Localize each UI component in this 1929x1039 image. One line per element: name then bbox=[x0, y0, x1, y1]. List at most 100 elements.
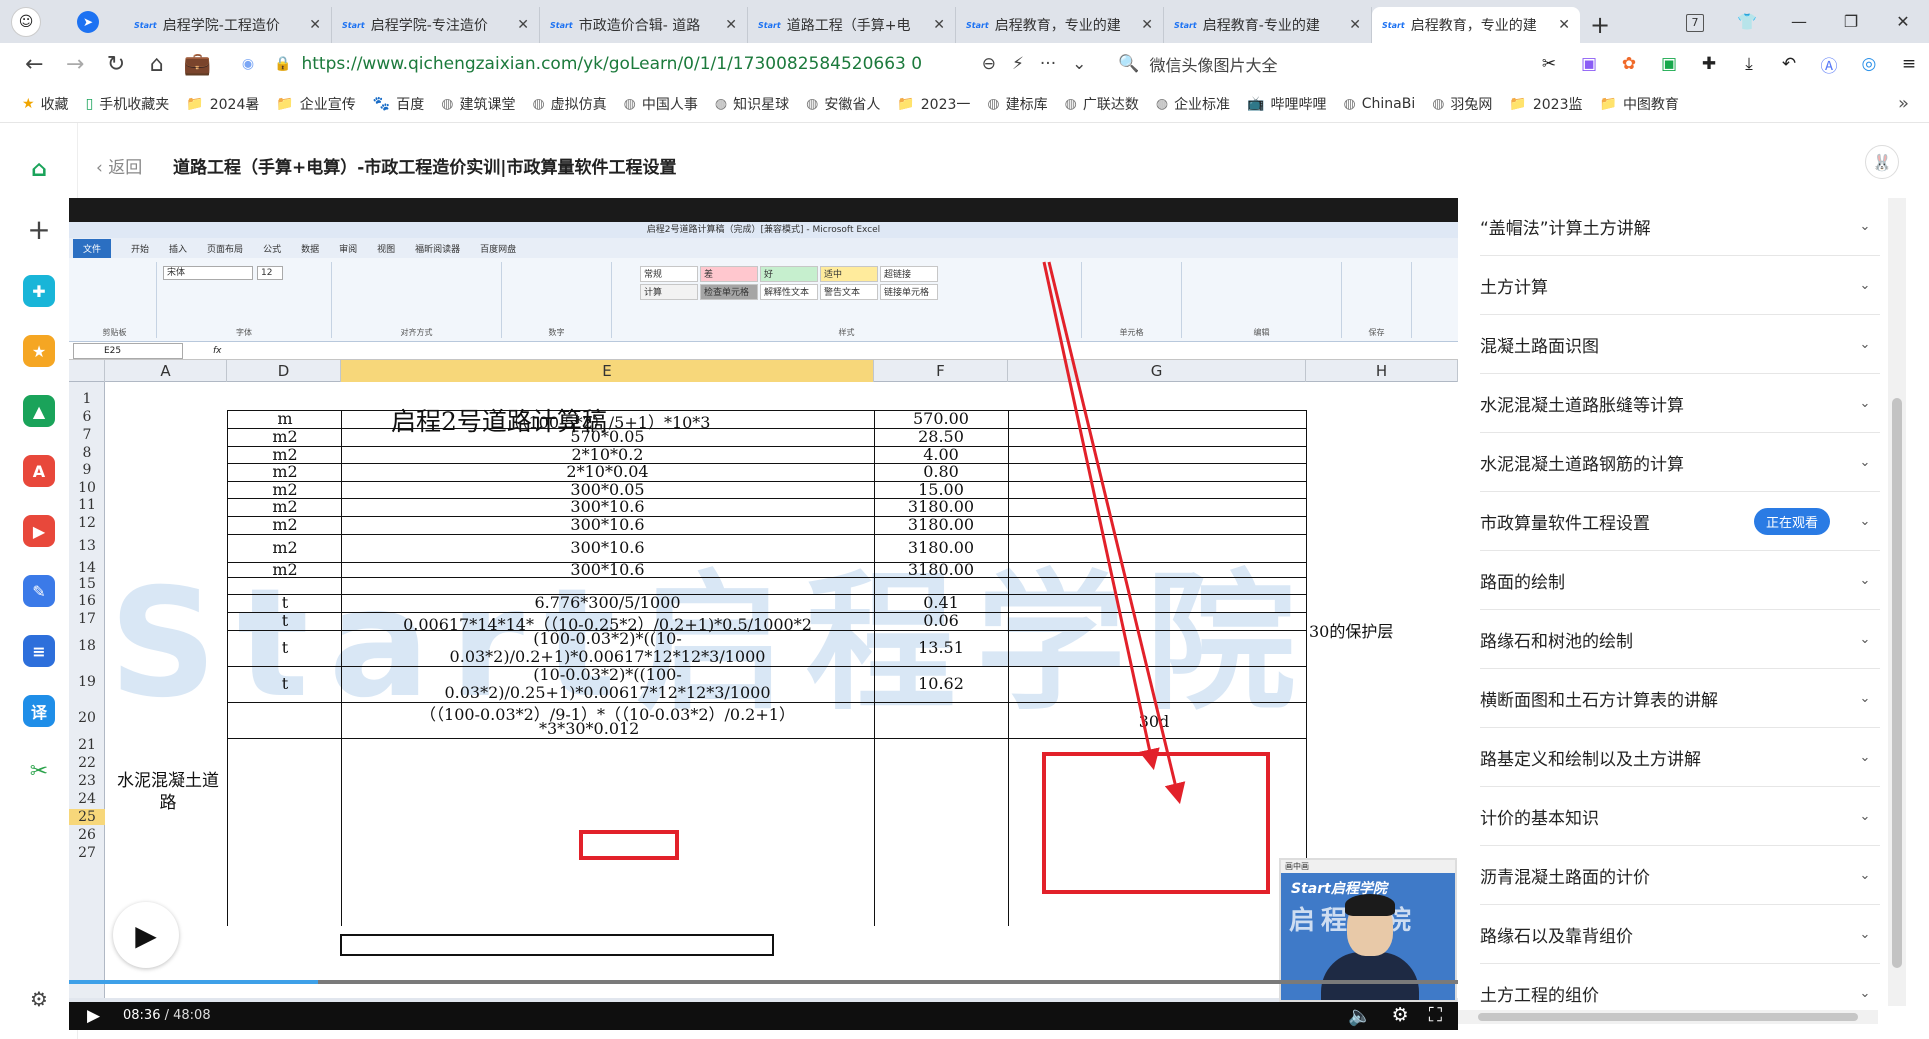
puzzle-icon[interactable]: ✚ bbox=[1689, 54, 1729, 74]
chevron-down-icon[interactable]: ⌄ bbox=[1850, 691, 1880, 706]
playlist-item[interactable]: 路缘石和树池的绘制 ⌄ bbox=[1480, 611, 1880, 669]
settings-gear-icon[interactable]: ⚙ bbox=[1392, 1004, 1409, 1027]
more-bookmarks-icon[interactable]: » bbox=[1898, 93, 1909, 114]
close-button[interactable]: ✕ bbox=[1877, 12, 1929, 31]
chevron-down-icon[interactable]: ⌄ bbox=[1850, 219, 1880, 234]
search-box[interactable]: 🔍 微信头像图片大全 bbox=[1108, 47, 1507, 81]
bookmark-item[interactable]: ◍ 企业标准 bbox=[1156, 94, 1230, 114]
chevron-down-icon[interactable]: ⌄ bbox=[1850, 809, 1880, 824]
bookmark-item[interactable]: 📁 中图教育 bbox=[1600, 94, 1679, 114]
url-text[interactable]: https://www.qichengzaixian.com/yk/goLear… bbox=[301, 54, 965, 74]
wechat-icon[interactable]: ▣ bbox=[1649, 54, 1689, 74]
zoom-icon[interactable]: ⊖ bbox=[982, 54, 996, 74]
scroll-thumb[interactable] bbox=[1478, 1013, 1858, 1021]
playlist-item[interactable]: “盖帽法”计算土方讲解 ⌄ bbox=[1480, 198, 1880, 256]
restore-button[interactable]: ❐ bbox=[1825, 12, 1877, 31]
playlist-item[interactable]: 路基定义和绘制以及土方讲解 ⌄ bbox=[1480, 729, 1880, 787]
bookmark-item[interactable]: ◍ 广联达数 bbox=[1065, 94, 1139, 114]
playlist-item[interactable]: 土方计算 ⌄ bbox=[1480, 257, 1880, 315]
playlist-item[interactable]: 路缘石以及靠背组价 ⌄ bbox=[1480, 906, 1880, 964]
back-arrow-icon[interactable]: ← bbox=[14, 52, 55, 77]
translate-icon[interactable]: 译 bbox=[23, 695, 55, 727]
bookmark-item[interactable]: ◍ 建筑课堂 bbox=[441, 94, 515, 114]
menu-icon[interactable]: ≡ bbox=[1889, 54, 1929, 74]
bookmark-item[interactable]: 📁 2023监 bbox=[1509, 94, 1582, 114]
ai-edit-icon[interactable]: ✎ bbox=[23, 575, 55, 607]
chevron-down-icon[interactable]: ⌄ bbox=[1850, 573, 1880, 588]
play-icon[interactable]: ▶ bbox=[113, 902, 179, 968]
bookmark-item[interactable]: ◍ 安徽省人 bbox=[806, 94, 880, 114]
playlist-item[interactable]: 沥青混凝土路面的计价 ⌄ bbox=[1480, 847, 1880, 905]
playlist-item[interactable]: 混凝土路面识图 ⌄ bbox=[1480, 316, 1880, 374]
medical-cross-icon[interactable]: ✚ bbox=[23, 275, 55, 307]
mascot-icon[interactable]: 🐰 bbox=[1865, 145, 1899, 179]
playlist-item[interactable]: 计价的基本知识 ⌄ bbox=[1480, 788, 1880, 846]
scroll-thumb[interactable] bbox=[1892, 398, 1902, 968]
chevron-down-icon[interactable]: ⌄ bbox=[1072, 54, 1086, 74]
ai-image-icon[interactable]: ▲ bbox=[23, 395, 55, 427]
video-progress-bar[interactable] bbox=[69, 980, 1458, 984]
browser-tab[interactable]: Start 启程教育，专业的建 ✕ bbox=[1372, 7, 1580, 43]
playlist-scrollbar[interactable] bbox=[1888, 198, 1906, 1006]
ai-document-icon[interactable]: ≡ bbox=[23, 635, 55, 667]
ai-icon[interactable]: Ⓐ bbox=[1809, 52, 1849, 77]
volume-icon[interactable]: 🔈 bbox=[1348, 1004, 1372, 1027]
browser-tab[interactable]: Start 市政造价合辑- 道路 ✕ bbox=[540, 7, 748, 43]
address-bar[interactable]: ◉ 🔒 https://www.qichengzaixian.com/yk/go… bbox=[231, 47, 1097, 81]
browser-tab[interactable]: Start 启程教育-专业的建 ✕ bbox=[1164, 7, 1372, 43]
chevron-down-icon[interactable]: ⌄ bbox=[1850, 337, 1880, 352]
tab-count-button[interactable]: 7 bbox=[1669, 11, 1721, 32]
profile-avatar[interactable]: ☺ bbox=[0, 0, 52, 43]
browser-tab[interactable]: Start 启程教育，专业的建 ✕ bbox=[956, 7, 1164, 43]
browser-tab[interactable]: Start 启程学院-专注造价 ✕ bbox=[332, 7, 540, 43]
playlist-item[interactable]: 水泥混凝土道路胀缝等计算 ⌄ bbox=[1480, 375, 1880, 433]
more-dots-icon[interactable]: ··· bbox=[1040, 54, 1056, 74]
browser-tab[interactable]: Start 道路工程（手算+电 ✕ bbox=[748, 7, 956, 43]
chevron-down-icon[interactable]: ⌄ bbox=[1850, 396, 1880, 411]
chevron-down-icon[interactable]: ⌄ bbox=[1850, 986, 1880, 1001]
bookmark-item[interactable]: 📁 企业宣传 bbox=[276, 94, 355, 114]
reload-icon[interactable]: ↻ bbox=[96, 52, 137, 77]
back-link[interactable]: ‹ 返回 bbox=[96, 153, 142, 178]
horizontal-scrollbar[interactable] bbox=[1458, 1010, 1878, 1024]
game-icon[interactable]: ✿ bbox=[1609, 54, 1649, 74]
play-icon[interactable]: ▶ bbox=[87, 1006, 100, 1026]
chevron-down-icon[interactable]: ⌄ bbox=[1850, 278, 1880, 293]
chevron-down-icon[interactable]: ⌄ bbox=[1850, 632, 1880, 647]
bookmark-item[interactable]: ▯ 手机收藏夹 bbox=[86, 94, 170, 114]
browser-logo-icon[interactable]: ◎ bbox=[1849, 54, 1889, 74]
fullscreen-icon[interactable]: ⛶ bbox=[1429, 1004, 1442, 1027]
bookmark-item[interactable]: ★ 收藏 bbox=[22, 94, 69, 114]
pinned-tab[interactable]: ➤ bbox=[52, 0, 124, 43]
new-tab-button[interactable]: + bbox=[1580, 7, 1620, 43]
close-tab-icon[interactable]: ✕ bbox=[517, 17, 529, 33]
close-tab-icon[interactable]: ✕ bbox=[933, 17, 945, 33]
search-text[interactable]: 微信头像图片大全 bbox=[1150, 52, 1278, 76]
ai-video-icon[interactable]: ▶ bbox=[23, 515, 55, 547]
bookmark-item[interactable]: ◍ 虚拟仿真 bbox=[532, 94, 606, 114]
scissors-icon[interactable]: ✂ bbox=[23, 755, 55, 787]
lightning-icon[interactable]: ⚡ bbox=[1012, 54, 1024, 74]
bookmark-item[interactable]: ◍ ChinaBi bbox=[1344, 96, 1416, 112]
briefcase-icon[interactable]: 💼 bbox=[177, 52, 218, 77]
playlist-item[interactable]: 市政算量软件工程设置 正在观看 ⌄ bbox=[1480, 493, 1880, 551]
translate-icon[interactable]: ▣ bbox=[1569, 54, 1609, 74]
close-tab-icon[interactable]: ✕ bbox=[1141, 17, 1153, 33]
chevron-down-icon[interactable]: ⌄ bbox=[1850, 455, 1880, 470]
minimize-button[interactable]: — bbox=[1773, 12, 1825, 31]
bookmark-item[interactable]: ◍ 建标库 bbox=[987, 94, 1047, 114]
close-tab-icon[interactable]: ✕ bbox=[1558, 17, 1570, 33]
browser-tab[interactable]: Start 启程学院-工程造价 ✕ bbox=[124, 7, 332, 43]
close-tab-icon[interactable]: ✕ bbox=[309, 17, 321, 33]
star-icon[interactable]: ★ bbox=[23, 335, 55, 367]
home-icon[interactable]: ⌂ bbox=[23, 153, 55, 185]
undo-icon[interactable]: ↶ bbox=[1769, 54, 1809, 74]
bookmark-item[interactable]: 🐾 百度 bbox=[373, 94, 424, 114]
chevron-down-icon[interactable]: ⌄ bbox=[1850, 927, 1880, 942]
ai-pdf-icon[interactable]: A bbox=[23, 455, 55, 487]
download-icon[interactable]: ⤓ bbox=[1729, 54, 1769, 74]
chevron-down-icon[interactable]: ⌄ bbox=[1850, 868, 1880, 883]
playlist-item[interactable]: 横断面图和土石方计算表的讲解 ⌄ bbox=[1480, 670, 1880, 728]
video-player[interactable]: 启程2号道路计算稿（完成）[兼容模式] - Microsoft Excel 文件… bbox=[69, 198, 1458, 1030]
shirt-icon[interactable]: 👕 bbox=[1721, 12, 1773, 31]
